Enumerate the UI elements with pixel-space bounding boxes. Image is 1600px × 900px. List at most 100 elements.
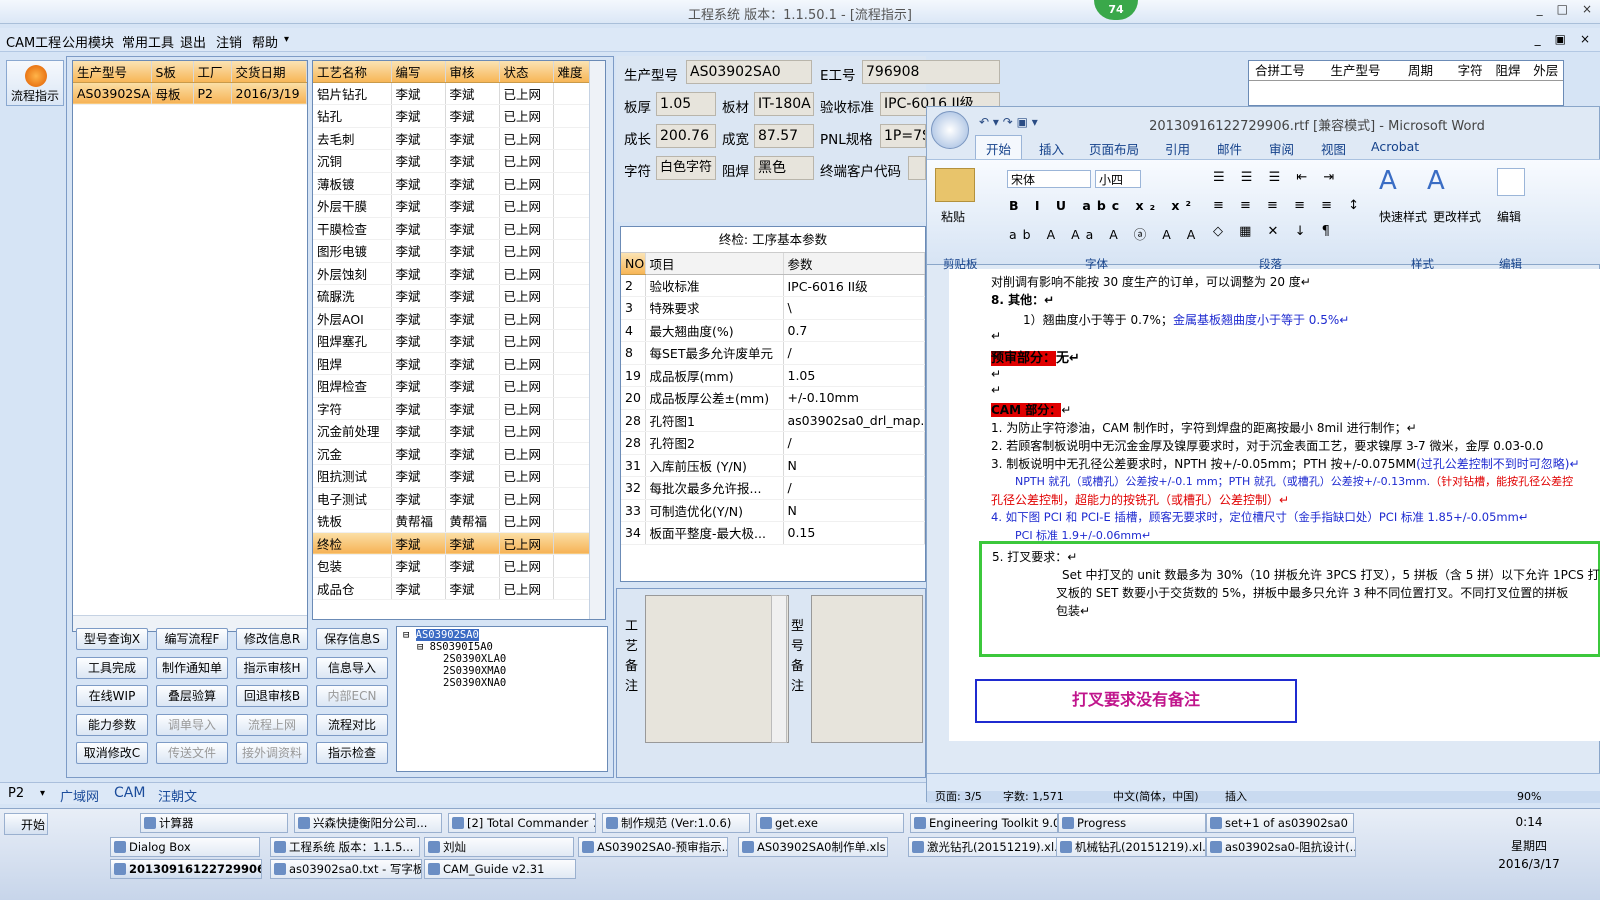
cell[interactable]: 李斌 [391,149,446,173]
action-button[interactable]: 指示检查 [316,742,388,764]
align-buttons[interactable]: ≡ ≡ ≡ ≡ ≡ ↕ [1213,198,1365,213]
change-styles-button[interactable]: 更改样式 [1433,208,1481,225]
table-row[interactable]: 硫脲洗 李斌 李斌 已上网 [313,284,591,308]
tab-acrobat[interactable]: Acrobat [1371,139,1419,154]
table-row[interactable]: 字符 李斌 李斌 已上网 [313,397,591,420]
cell[interactable]: 沉金前处理 [313,419,392,443]
cell[interactable]: 可制造优化(Y/N) [645,499,784,522]
cell[interactable]: 李斌 [445,487,500,510]
border-buttons[interactable]: ◇ ▦ ✕ ↓ ¶ [1213,224,1336,239]
table-row[interactable]: 外层蚀刻 李斌 李斌 已上网 [313,262,591,285]
taskbar-item[interactable]: 工程系统 版本：1.1.5... [270,837,420,857]
length-field[interactable]: 200.76 [656,124,716,148]
menu-common-tools[interactable]: 常用工具 [122,32,174,51]
table-row[interactable]: 铝片钻孔 李斌 李斌 已上网 [313,82,591,105]
action-button[interactable]: 流程对比 [316,713,388,736]
cell[interactable] [553,397,591,420]
col-header[interactable]: 难度 [553,61,591,83]
table-row[interactable]: 19 成品板厚(mm) 1.05 [621,364,925,387]
taskbar-item[interactable]: AS03902SA0制作单.xls ... [738,837,888,857]
tab-wan[interactable]: 广域网 [60,786,99,805]
action-button[interactable]: 取消修改C [76,742,148,764]
document-page[interactable]: 对削调有影响不能按 30 度生产的订单，可以调整为 20 度↵ 8. 其他：↵ … [949,269,1600,741]
cell[interactable]: 图形电镀 [313,239,392,263]
mdi-restore-button[interactable]: ▣ [1555,32,1566,46]
cell[interactable] [553,442,591,465]
cell[interactable]: 阻抗测试 [313,464,392,488]
col-header[interactable]: 审核 [445,61,500,83]
tree-node[interactable]: ⊟ 8S0390I5A0 [403,641,601,653]
action-button[interactable]: 型号查询X [76,628,148,650]
taskbar-item[interactable]: AS03902SA0-预审指示... [578,837,728,857]
action-button[interactable]: 传送文件 [156,742,228,764]
taskbar-item[interactable]: CAM_Guide v2.31 [424,859,576,879]
cell[interactable]: 已上网 [499,262,554,285]
cell[interactable]: 沉金 [313,442,392,465]
cell[interactable]: 已上网 [499,577,554,600]
cell[interactable]: 4 [621,319,646,342]
cell[interactable]: 已上网 [499,509,554,533]
cell[interactable]: 33 [621,499,646,522]
char-field[interactable]: 白色字符 [656,156,716,180]
cell[interactable]: 已上网 [499,104,554,128]
cell[interactable]: 李斌 [391,284,446,308]
taskbar-item[interactable]: Dialog Box [110,837,260,857]
table-row[interactable]: 铣板 黄帮福 黄帮福 已上网 [313,509,591,533]
cell[interactable]: 李斌 [391,172,446,195]
table-row[interactable]: 电子测试 李斌 李斌 已上网 [313,487,591,510]
table-row[interactable]: 3 特殊要求 \ [621,296,925,320]
cell[interactable]: P2 [193,82,232,105]
table-row[interactable]: AS03902SA0 母板 P2 2016/3/19 [73,82,307,105]
cell[interactable]: 李斌 [391,374,446,398]
taskbar-item[interactable]: 机械钻孔(20151219).xl... [1056,837,1206,857]
cell[interactable] [553,149,591,173]
cell[interactable]: 李斌 [391,239,446,263]
taskbar-item[interactable]: 20130916122729906.... [110,859,262,879]
col-header[interactable]: 参数 [783,253,925,275]
cell[interactable]: 20 [621,386,646,410]
tab-references[interactable]: 引用 [1165,139,1190,158]
cell[interactable]: 李斌 [445,374,500,398]
model-notes-field[interactable] [811,595,923,743]
cell[interactable]: 李斌 [445,104,500,128]
col-header[interactable]: 合拼工号 [1249,61,1327,80]
thickness-field[interactable]: 1.05 [656,92,716,116]
cell[interactable]: 已上网 [499,352,554,375]
word-horizontal-scrollbar[interactable] [927,773,1600,791]
col-header[interactable]: 周期 [1404,61,1454,80]
table-row[interactable]: 终检 李斌 李斌 已上网 [313,532,591,555]
taskbar-item[interactable]: set+1 of as03902sa0 [1206,813,1354,833]
col-header[interactable]: 交货日期 [231,61,307,83]
table-row[interactable]: 外层AOI 李斌 李斌 已上网 [313,307,591,330]
cell[interactable]: 已上网 [499,284,554,308]
cell[interactable]: 薄板镀 [313,172,392,195]
cell[interactable]: 干膜检查 [313,217,392,240]
cell[interactable]: 终检 [313,532,392,555]
cell[interactable]: 孔符图2 [645,431,784,455]
menu-common-module[interactable]: 公用模块 [62,32,114,51]
cell[interactable]: 沉铜 [313,149,392,173]
taskbar-item[interactable]: 刘灿 [424,837,574,857]
taskbar-item[interactable]: get.exe [756,813,904,833]
cell[interactable]: 李斌 [391,442,446,465]
paste-button[interactable]: 粘贴 [941,208,965,225]
action-button[interactable]: 叠层验算 [156,685,228,707]
cell[interactable]: 李斌 [445,194,500,218]
start-button[interactable]: 开始 [4,813,48,835]
material-field[interactable]: IT-180A [754,92,814,116]
cell[interactable]: 李斌 [391,419,446,443]
status-mode[interactable]: 插入 [1225,791,1247,803]
cell[interactable]: 0.15 [783,521,925,545]
cell[interactable] [553,127,591,150]
col-header[interactable]: 编写 [391,61,446,83]
cell[interactable]: 李斌 [391,577,446,600]
change-styles-icon[interactable]: A [1427,166,1445,196]
cell[interactable]: 28 [621,431,646,455]
taskbar-item[interactable]: Progress [1058,813,1206,833]
vertical-scrollbar[interactable] [771,595,787,743]
table-row[interactable]: 34 板面平整度-最大极... 0.15 [621,521,925,545]
col-header[interactable]: 阻焊 [1491,61,1529,80]
cell[interactable]: 已上网 [499,464,554,488]
cell[interactable]: +/-0.10mm [783,386,925,410]
tree-node[interactable]: ⊟ AS03902SA0 [403,629,601,641]
